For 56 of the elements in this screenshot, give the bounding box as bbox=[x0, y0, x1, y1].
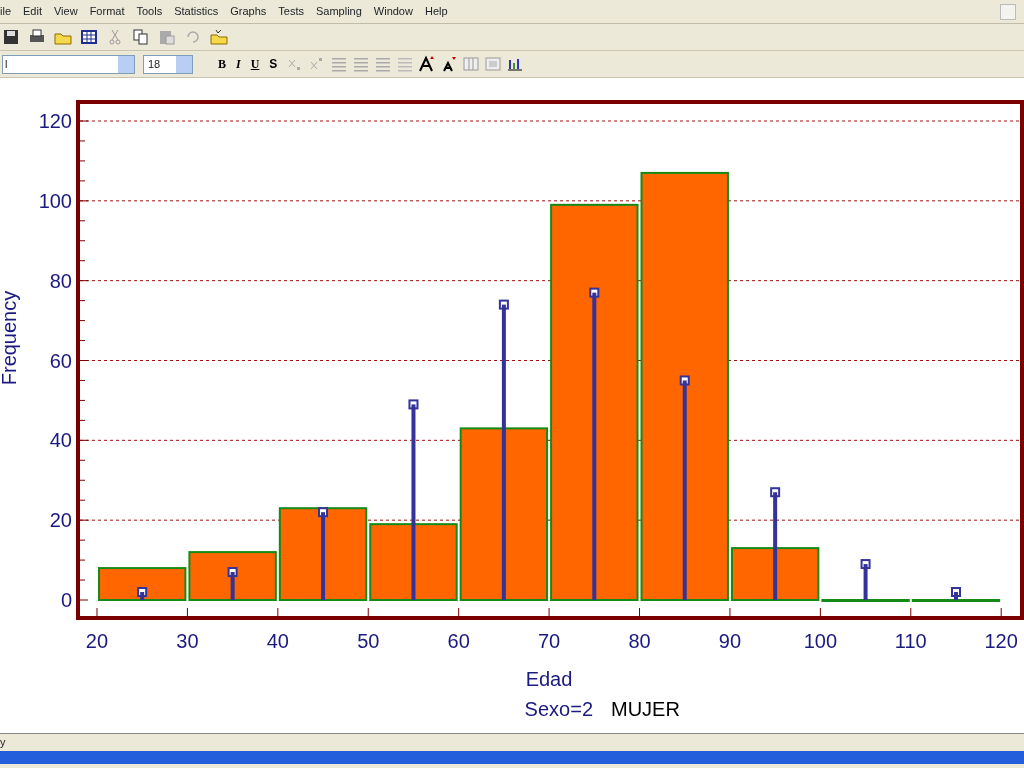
tick-label: 0 bbox=[60, 589, 72, 611]
tick-label: 70 bbox=[537, 630, 561, 652]
tick-label: 40 bbox=[49, 429, 72, 452]
stem-bar bbox=[954, 592, 958, 600]
paste-icon[interactable] bbox=[158, 28, 176, 46]
stem-bar bbox=[140, 592, 145, 600]
shrink-font-icon[interactable] bbox=[440, 55, 459, 73]
tick-label: 110 bbox=[894, 630, 927, 652]
menu-item[interactable]: Format bbox=[83, 0, 131, 23]
copy-icon[interactable] bbox=[132, 28, 150, 46]
tick-label: 120 bbox=[38, 110, 72, 132]
format-button[interactable]: U bbox=[245, 55, 265, 73]
tick-label: 30 bbox=[176, 630, 199, 652]
menu-item[interactable]: View bbox=[48, 0, 84, 23]
menu-item[interactable]: Sampling bbox=[309, 0, 368, 23]
format-button[interactable]: B bbox=[213, 55, 231, 73]
undo-icon[interactable] bbox=[184, 28, 202, 46]
tick-label: 100 bbox=[803, 630, 838, 652]
font-combo[interactable]: l bbox=[2, 54, 135, 74]
tick-label: 80 bbox=[628, 630, 651, 652]
menu-item[interactable]: Tests bbox=[272, 0, 310, 23]
tick-label: 80 bbox=[49, 269, 72, 292]
group-label: MUJER bbox=[611, 698, 680, 720]
scissors-icon[interactable] bbox=[106, 28, 124, 46]
tick-label: 40 bbox=[266, 630, 289, 652]
tick-label: 20 bbox=[49, 509, 72, 532]
align-right-icon[interactable] bbox=[374, 55, 393, 73]
tick-label: 100 bbox=[38, 189, 72, 212]
menu-item[interactable]: Edit bbox=[17, 0, 48, 23]
menu-item[interactable]: Graphs bbox=[224, 0, 273, 23]
tick-label: 50 bbox=[357, 630, 380, 652]
tick-label: 60 bbox=[447, 630, 470, 652]
menu-item[interactable]: Statistics bbox=[168, 0, 225, 23]
stem-bar bbox=[863, 564, 868, 600]
align-center-icon[interactable] bbox=[352, 55, 371, 73]
stem-bar bbox=[230, 572, 235, 600]
axis-title: Frequency bbox=[0, 290, 20, 386]
tick-label: 60 bbox=[49, 349, 72, 372]
grow-font-icon[interactable] bbox=[418, 55, 437, 73]
folder-icon[interactable] bbox=[210, 28, 228, 46]
align-left-icon[interactable] bbox=[330, 55, 349, 73]
chart-subtitle: Sexo=2 bbox=[524, 698, 593, 720]
tick-label: 120 bbox=[984, 630, 1018, 652]
minimize-button[interactable] bbox=[1000, 4, 1016, 20]
save-icon[interactable] bbox=[2, 28, 20, 46]
format-button[interactable]: I bbox=[231, 55, 246, 73]
tick-label: 90 bbox=[718, 630, 742, 652]
font-size-combo[interactable]: 18 bbox=[143, 54, 193, 74]
grid-icon[interactable] bbox=[80, 28, 98, 46]
menu-item[interactable]: Help bbox=[418, 0, 454, 23]
tick-label: 20 bbox=[85, 630, 109, 652]
format-button[interactable]: S bbox=[264, 55, 283, 73]
menu-item[interactable]: Window bbox=[367, 0, 419, 23]
axis-title: Edad bbox=[525, 668, 573, 690]
menu-item[interactable]: ile bbox=[0, 0, 17, 23]
menu-item[interactable]: Tools bbox=[130, 0, 169, 23]
